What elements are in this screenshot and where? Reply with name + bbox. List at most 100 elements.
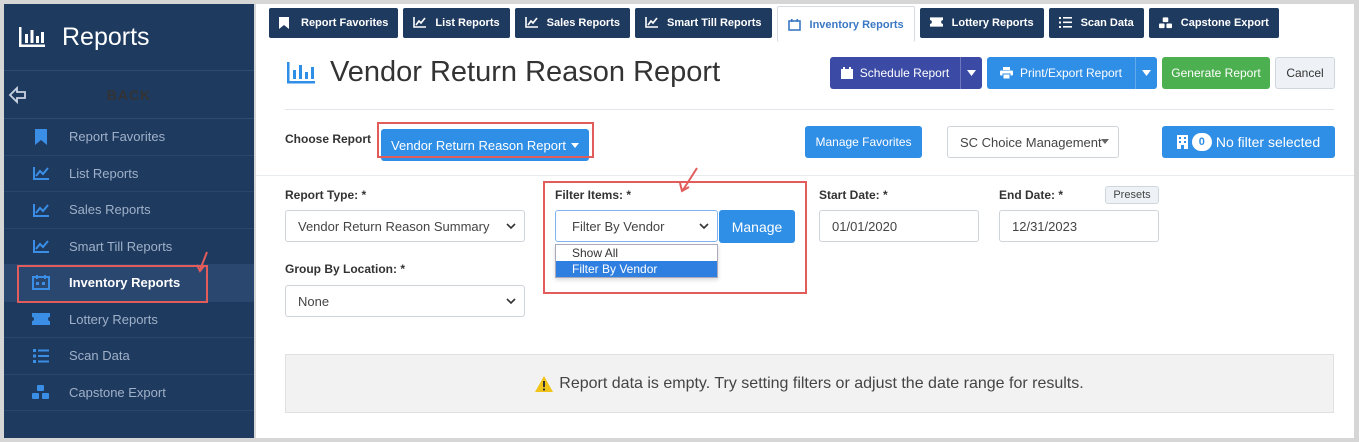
group-by-location-select[interactable]: None — [285, 285, 525, 317]
manage-filter-button[interactable]: Manage — [719, 210, 795, 243]
sidebar-item-inventory-reports[interactable]: Inventory Reports — [4, 265, 254, 302]
ticket-icon — [929, 17, 943, 29]
company-select-value: SC Choice Management — [960, 134, 1102, 150]
sidebar-item-report-favorites[interactable]: Report Favorites — [4, 119, 254, 156]
sidebar-item-smart-till-reports[interactable]: Smart Till Reports — [4, 229, 254, 265]
tab-scan-data[interactable]: Scan Data — [1048, 8, 1144, 38]
tab-label: Inventory Reports — [809, 18, 904, 31]
chevron-down-icon — [506, 223, 516, 230]
selected-report-label: Vendor Return Reason Report — [391, 137, 566, 153]
printer-icon — [999, 67, 1013, 79]
sidebar-item-sales-reports[interactable]: Sales Reports — [4, 192, 254, 229]
filter-option-filter-by-vendor[interactable]: Filter By Vendor — [556, 261, 717, 277]
tab-sales-reports[interactable]: Sales Reports — [514, 8, 630, 38]
tab-smart-till-reports[interactable]: Smart Till Reports — [634, 8, 772, 38]
line-chart-icon — [32, 238, 50, 254]
back-button[interactable]: BACK — [4, 71, 254, 119]
caret-down-icon — [570, 142, 579, 148]
sidebar-item-label: Sales Reports — [69, 202, 151, 218]
sidebar-item-list-reports[interactable]: List Reports — [4, 156, 254, 192]
sidebar-item-label: Capstone Export — [69, 384, 166, 400]
sidebar-item-label: Inventory Reports — [69, 275, 181, 291]
group-by-location-label: Group By Location: * — [285, 262, 405, 276]
sidebar-item-label: Smart Till Reports — [69, 238, 173, 254]
report-type-value: Vendor Return Reason Summary — [298, 218, 490, 234]
start-date-input[interactable]: 01/01/2020 — [819, 210, 979, 242]
bar-chart-icon — [287, 61, 315, 83]
filter-items-select[interactable]: Filter By Vendor — [555, 210, 718, 242]
choose-report-dropdown[interactable]: Vendor Return Reason Report — [381, 129, 589, 161]
sidebar-item-label: Lottery Reports — [69, 311, 158, 327]
sidebar-item-label: Report Favorites — [69, 129, 166, 145]
line-chart-icon — [413, 17, 427, 29]
tab-label: Capstone Export — [1180, 17, 1269, 29]
sidebar-title: Reports — [62, 22, 150, 51]
filter-count-badge: 0 — [1191, 133, 1212, 151]
bookmark-icon — [32, 128, 50, 145]
company-select[interactable]: SC Choice Management — [947, 126, 1119, 158]
filter-items-dropdown: Show All Filter By Vendor — [555, 244, 718, 278]
chevron-down-icon — [699, 223, 709, 230]
sidebar-item-scan-data[interactable]: Scan Data — [4, 338, 254, 375]
end-date-input[interactable]: 12/31/2023 — [999, 210, 1159, 242]
sidebar-item-label: Scan Data — [69, 348, 130, 364]
sidebar-item-label: List Reports — [69, 165, 139, 181]
bookmark-icon — [279, 17, 292, 29]
tab-capstone-export[interactable]: Capstone Export — [1148, 8, 1279, 38]
caret-down-icon — [1142, 70, 1151, 76]
main-panel: Report Favorites List Reports Sales Repo… — [256, 4, 1354, 438]
building-icon — [1176, 135, 1188, 149]
empty-report-message: Report data is empty. Try setting filter… — [559, 374, 1084, 392]
caret-down-icon — [967, 70, 976, 76]
ticket-icon — [32, 311, 50, 327]
calendar-icon — [840, 67, 853, 79]
line-chart-icon — [524, 17, 538, 29]
tab-list-reports[interactable]: List Reports — [403, 8, 510, 38]
calendar-icon — [787, 18, 801, 31]
annotation-arrow-icon — [679, 167, 698, 193]
manage-favorites-button[interactable]: Manage Favorites — [805, 126, 922, 158]
cubes-icon — [1158, 17, 1172, 29]
header-divider — [285, 109, 1334, 110]
tab-label: Sales Reports — [546, 17, 620, 29]
empty-report-notice: Report data is empty. Try setting filter… — [285, 354, 1334, 413]
caret-down-icon — [1101, 139, 1109, 144]
sidebar-item-capstone-export[interactable]: Capstone Export — [4, 375, 254, 411]
page-title: Vendor Return Reason Report — [330, 56, 721, 88]
start-date-value: 01/01/2020 — [832, 218, 898, 234]
back-label: BACK — [106, 86, 152, 103]
sidebar: Reports BACK Report Favorites List Repor… — [4, 4, 254, 438]
report-type-select[interactable]: Vendor Return Reason Summary — [285, 210, 525, 242]
sidebar-item-lottery-reports[interactable]: Lottery Reports — [4, 302, 254, 338]
presets-button[interactable]: Presets — [1105, 186, 1159, 204]
cancel-button[interactable]: Cancel — [1275, 57, 1335, 89]
print-dropdown-toggle[interactable] — [1135, 57, 1157, 89]
tab-report-favorites[interactable]: Report Favorites — [269, 8, 399, 38]
warning-icon — [535, 375, 554, 392]
print-export-button[interactable]: Print/Export Report — [987, 57, 1157, 89]
list-icon — [1058, 17, 1072, 29]
page-title-row: Vendor Return Reason Report — [286, 56, 720, 89]
start-date-label: Start Date: * — [819, 188, 888, 202]
tab-label: List Reports — [435, 17, 500, 29]
tab-lottery-reports[interactable]: Lottery Reports — [919, 8, 1044, 38]
sidebar-header: Reports — [4, 4, 254, 71]
filter-option-show-all[interactable]: Show All — [556, 245, 717, 261]
group-by-location-value: None — [298, 293, 330, 309]
filter-items-value: Filter By Vendor — [572, 218, 665, 234]
tab-label: Report Favorites — [301, 17, 389, 29]
filter-status-button[interactable]: 0 No filter selected — [1162, 126, 1335, 158]
report-type-label: Report Type: * — [285, 188, 367, 202]
tab-label: Scan Data — [1080, 17, 1134, 29]
line-chart-icon — [32, 165, 50, 181]
tab-inventory-reports[interactable]: Inventory Reports — [776, 6, 915, 42]
tab-label: Lottery Reports — [951, 17, 1034, 29]
end-date-label: End Date: * — [999, 188, 1064, 202]
generate-report-button[interactable]: Generate Report — [1162, 57, 1270, 89]
schedule-report-label: Schedule Report — [859, 66, 950, 80]
chevron-down-icon — [506, 298, 516, 305]
print-export-label: Print/Export Report — [1019, 66, 1123, 80]
end-date-value: 12/31/2023 — [1012, 218, 1078, 234]
schedule-dropdown-toggle[interactable] — [960, 57, 982, 89]
schedule-report-button[interactable]: Schedule Report — [830, 57, 982, 89]
